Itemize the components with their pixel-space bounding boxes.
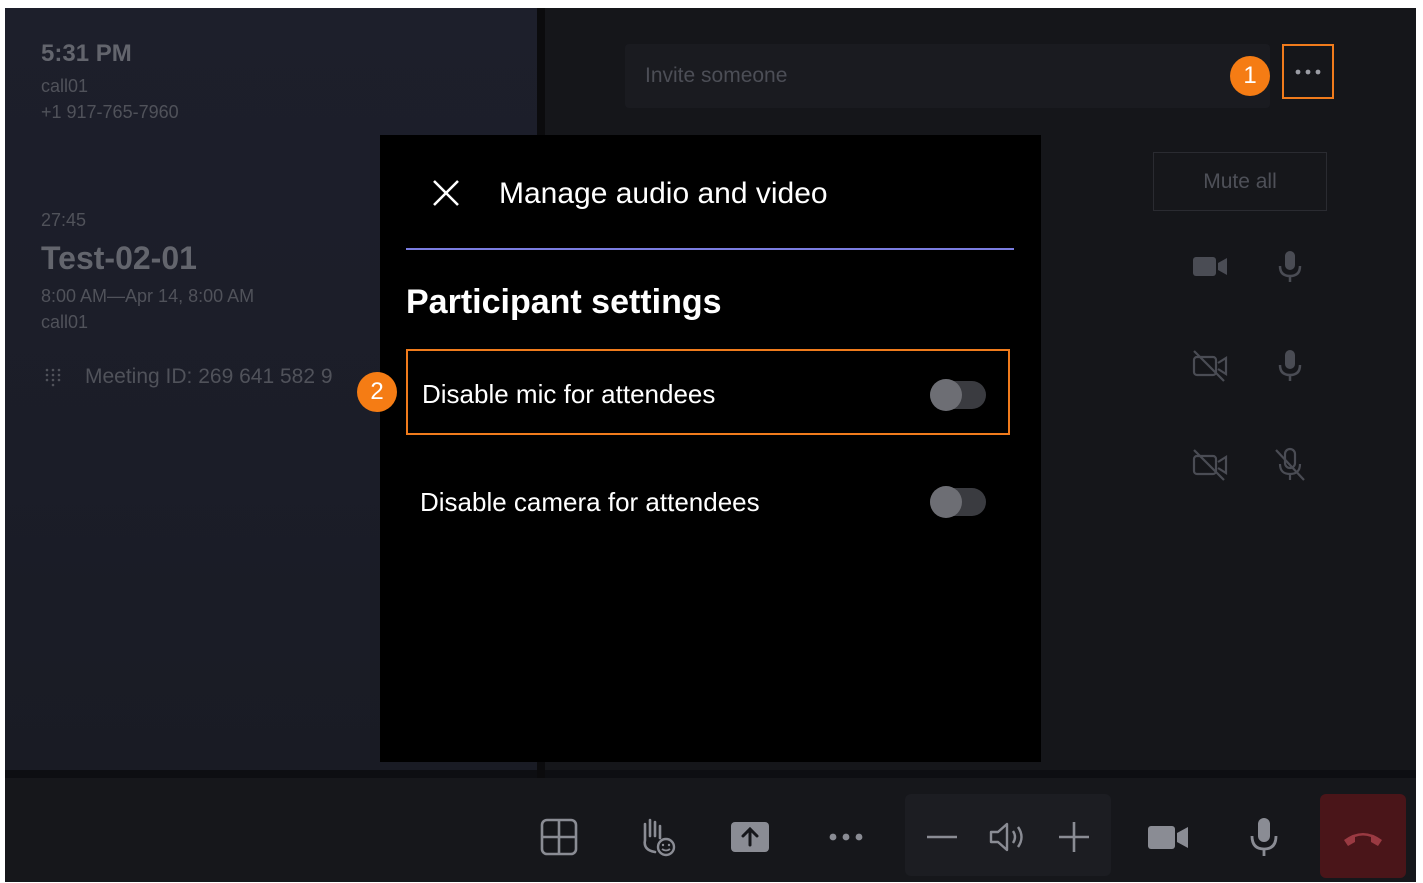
clock: 5:31 PM xyxy=(41,40,132,67)
section-title: Participant settings xyxy=(406,283,722,321)
meeting-id-value: 269 641 582 9 xyxy=(198,365,333,388)
manage-audio-video-dialog: Manage audio and video Participant setti… xyxy=(380,135,1041,762)
dialog-title: Manage audio and video xyxy=(499,177,828,210)
raise-hand-icon[interactable] xyxy=(633,814,679,860)
disable-camera-setting-row[interactable]: Disable camera for attendees xyxy=(406,457,1010,543)
meeting-id-label: Meeting ID: xyxy=(85,365,193,388)
meeting-id-row: Meeting ID: 269 641 582 9 xyxy=(43,365,333,389)
layout-icon[interactable] xyxy=(536,814,582,860)
speaker-icon xyxy=(989,822,1023,852)
video-off-icon[interactable] xyxy=(1190,345,1230,385)
mic-off-icon[interactable] xyxy=(1270,444,1310,484)
mic-on-icon[interactable] xyxy=(1270,345,1310,385)
meeting-organizer: call01 xyxy=(41,312,89,332)
camera-icon[interactable] xyxy=(1145,814,1191,860)
more-options-button[interactable] xyxy=(1282,44,1334,99)
disable-mic-label: Disable mic for attendees xyxy=(422,379,716,409)
share-icon[interactable] xyxy=(727,814,773,860)
call-duration: 27:45 xyxy=(41,210,87,230)
mic-on-icon[interactable] xyxy=(1270,246,1310,286)
more-icon[interactable] xyxy=(823,814,869,860)
callout-badge-1: 1 xyxy=(1230,56,1270,96)
meeting-time: 8:00 AM—Apr 14, 8:00 AM xyxy=(41,286,255,306)
hang-up-icon xyxy=(1344,833,1382,846)
disable-camera-label: Disable camera for attendees xyxy=(420,487,760,517)
device-screen: 5:31 PM call01 +1 917-765-7960 27:45 Tes… xyxy=(5,8,1416,882)
volume-up-icon[interactable] xyxy=(1051,814,1097,860)
video-off-icon[interactable] xyxy=(1190,444,1230,484)
disable-mic-toggle[interactable] xyxy=(930,379,986,411)
device-phone: +1 917-765-7960 xyxy=(41,102,179,122)
invite-field[interactable]: Invite someone xyxy=(625,44,1270,108)
device-name: call01 xyxy=(41,76,89,96)
title-underline xyxy=(406,248,1014,250)
hang-up-button[interactable] xyxy=(1320,794,1406,878)
more-icon xyxy=(1295,69,1321,74)
video-on-icon[interactable] xyxy=(1190,246,1230,286)
call-control-bar xyxy=(5,778,1416,882)
dialpad-icon xyxy=(45,368,61,387)
invite-placeholder: Invite someone xyxy=(645,64,788,87)
callout-badge-2: 2 xyxy=(357,372,397,412)
volume-down-icon[interactable] xyxy=(919,814,965,860)
mute-all-button[interactable]: Mute all xyxy=(1153,152,1327,211)
close-icon[interactable] xyxy=(430,177,462,209)
meeting-title: Test-02-01 xyxy=(41,240,197,276)
disable-camera-toggle[interactable] xyxy=(930,486,986,518)
disable-mic-setting-row[interactable]: Disable mic for attendees xyxy=(406,349,1010,435)
mic-icon[interactable] xyxy=(1241,814,1287,860)
